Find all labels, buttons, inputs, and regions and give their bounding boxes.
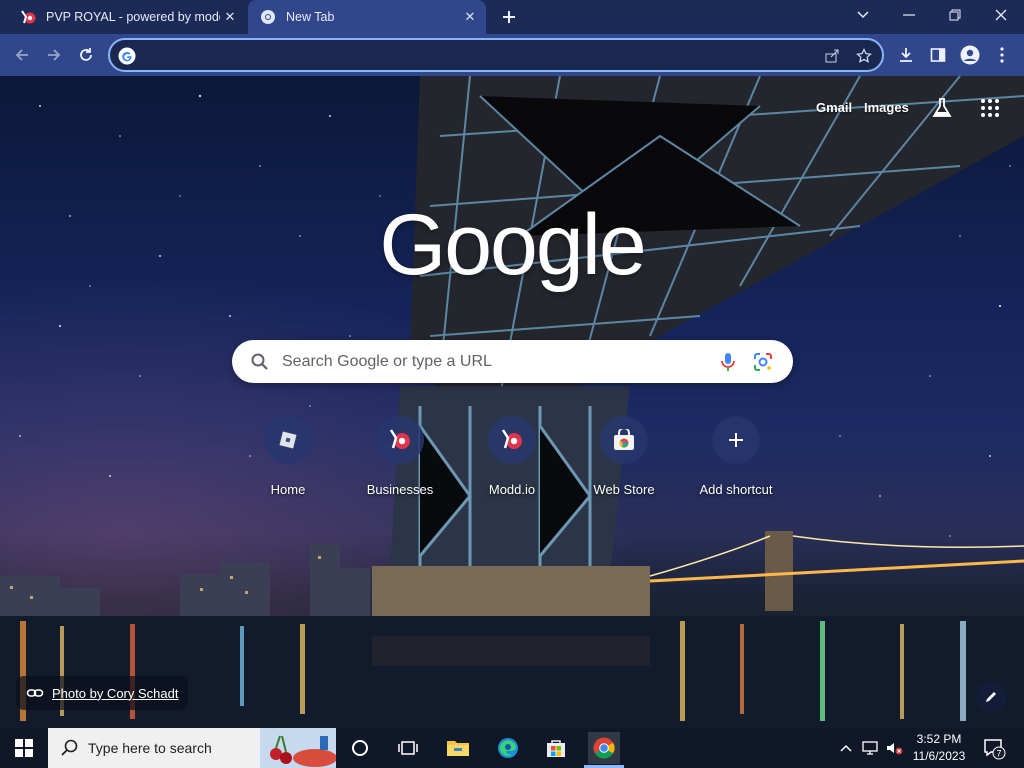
browser-toolbar: [0, 34, 1024, 76]
notification-count: 7: [996, 749, 1001, 759]
shortcut-modd-io[interactable]: Modd.io: [456, 414, 568, 504]
photo-attribution[interactable]: Photo by Cory Schadt: [16, 676, 189, 710]
star-icon[interactable]: [854, 46, 874, 66]
google-lens-icon[interactable]: [752, 351, 774, 373]
task-view-icon[interactable]: [392, 732, 424, 764]
start-button[interactable]: [0, 728, 48, 768]
side-panel-icon[interactable]: [924, 41, 952, 69]
labs-icon[interactable]: [930, 96, 954, 120]
modd-icon: [376, 416, 424, 464]
tab-title: PVP ROYAL - powered by modd.io: [46, 10, 220, 24]
system-clock[interactable]: 3:52 PM 11/6/2023: [900, 731, 978, 765]
shortcut-businesses[interactable]: Businesses: [344, 414, 456, 504]
customize-chrome-button[interactable]: [976, 682, 1006, 712]
gmail-link[interactable]: Gmail: [816, 100, 852, 115]
reload-icon[interactable]: [72, 41, 100, 69]
search-box[interactable]: [232, 340, 793, 383]
voice-search-icon[interactable]: [718, 351, 738, 373]
tab-close-icon[interactable]: ✕: [460, 7, 480, 27]
cortana-icon[interactable]: [344, 732, 376, 764]
plus-icon: [503, 11, 515, 23]
shortcut-label: Businesses: [366, 482, 434, 497]
link-icon: [26, 684, 44, 702]
back-icon[interactable]: [8, 41, 36, 69]
store-icon[interactable]: [540, 732, 572, 764]
taskbar-search-placeholder: Type here to search: [88, 740, 212, 756]
webstore-icon: [600, 416, 648, 464]
download-icon[interactable]: [892, 41, 920, 69]
restore-icon[interactable]: [932, 0, 978, 30]
chrome-icon[interactable]: [588, 732, 620, 764]
address-bar[interactable]: [108, 38, 884, 72]
google-g-icon: [118, 47, 136, 65]
search-input[interactable]: [282, 351, 702, 373]
edge-icon[interactable]: [492, 732, 524, 764]
shortcut-label: Modd.io: [488, 482, 536, 497]
shortcut-home[interactable]: Home: [232, 414, 344, 504]
add-shortcut-button[interactable]: Add shortcut: [680, 414, 792, 504]
roblox-icon: [264, 416, 312, 464]
forward-icon[interactable]: [40, 41, 68, 69]
search-icon: [60, 738, 80, 758]
new-tab-page: Gmail Images Google Home: [0, 76, 1024, 728]
taskbar-search[interactable]: Type here to search: [48, 728, 336, 768]
background-photo: [0, 76, 1024, 728]
tab-pvp-royal[interactable]: PVP ROYAL - powered by modd.io ✕: [8, 0, 246, 34]
title-bar: PVP ROYAL - powered by modd.io ✕ New Tab…: [0, 0, 1024, 34]
shortcut-label: Web Store: [593, 482, 655, 497]
shortcut-web-store[interactable]: Web Store: [568, 414, 680, 504]
new-tab-button[interactable]: [498, 6, 520, 28]
shortcut-label: Add shortcut: [699, 482, 773, 497]
google-logo: Google: [379, 197, 646, 293]
network-icon[interactable]: [860, 738, 880, 758]
modd-icon: [488, 416, 536, 464]
google-apps-icon[interactable]: [980, 98, 1000, 118]
plus-icon: [712, 416, 760, 464]
minimize-icon[interactable]: [886, 0, 932, 30]
file-explorer-icon[interactable]: [442, 732, 474, 764]
shortcut-label: Home: [270, 482, 306, 497]
edit-icon: [986, 692, 996, 702]
tab-search-icon[interactable]: [840, 0, 886, 30]
tab-new-tab[interactable]: New Tab ✕: [248, 0, 486, 34]
tab-close-icon[interactable]: ✕: [220, 7, 240, 27]
clock-date: 11/6/2023: [912, 749, 966, 763]
address-input[interactable]: [144, 46, 804, 66]
chevron-up-icon[interactable]: [836, 738, 856, 758]
share-icon[interactable]: [822, 46, 842, 66]
clock-time: 3:52 PM: [916, 732, 962, 746]
modd-favicon-icon: [20, 9, 36, 25]
chrome-favicon-icon: [260, 9, 276, 25]
profile-icon[interactable]: [956, 41, 984, 69]
close-icon[interactable]: [978, 0, 1024, 30]
attribution-link[interactable]: Photo by Cory Schadt: [52, 686, 178, 701]
images-link[interactable]: Images: [864, 100, 909, 115]
windows-icon: [15, 739, 33, 757]
search-highlight-image: [260, 728, 336, 768]
search-icon: [250, 352, 270, 372]
notification-center-icon[interactable]: 7: [982, 736, 1006, 760]
menu-icon[interactable]: [988, 41, 1016, 69]
tab-title: New Tab: [286, 10, 335, 24]
taskbar: Type here to search 3:52 PM 11/6/2023 7: [0, 728, 1024, 768]
